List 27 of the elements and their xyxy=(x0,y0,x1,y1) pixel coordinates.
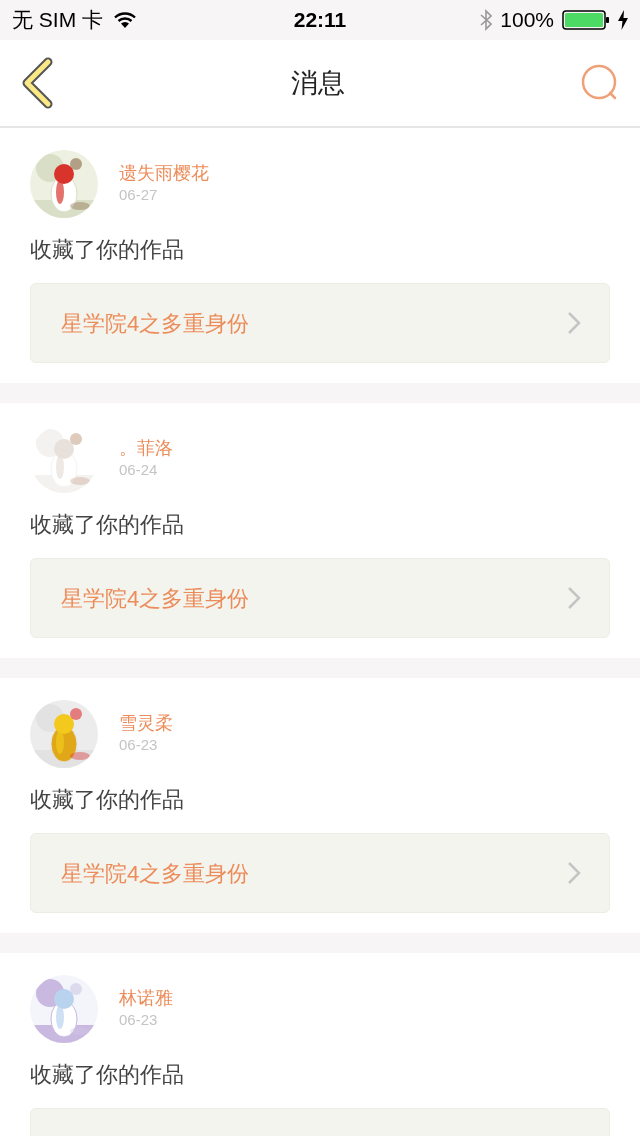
user-name[interactable]: 雪灵柔 xyxy=(119,712,173,734)
message-text: 收藏了你的作品 xyxy=(30,511,185,539)
message-date: 06-27 xyxy=(119,185,159,205)
user-name[interactable]: 林诺雅 xyxy=(119,987,173,1009)
back-icon xyxy=(20,57,54,109)
user-name[interactable]: 遗失雨樱花 xyxy=(119,162,209,184)
charging-icon xyxy=(618,10,628,30)
work-link[interactable]: 星学院4之多重身份 xyxy=(30,833,610,913)
user-name[interactable]: 。菲洛 xyxy=(119,437,173,459)
chevron-right-icon xyxy=(567,586,581,610)
clock: 22:11 xyxy=(293,7,347,34)
message-text: 收藏了你的作品 xyxy=(30,236,185,264)
page-title: 消息 xyxy=(291,66,345,100)
bluetooth-icon xyxy=(480,9,493,31)
battery-icon xyxy=(562,10,610,30)
chevron-right-icon xyxy=(567,311,581,335)
work-link[interactable]: 星学院4之多重身份 xyxy=(30,283,610,363)
message-text: 收藏了你的作品 xyxy=(30,1061,185,1089)
message-text: 收藏了你的作品 xyxy=(30,786,185,814)
carrier-label: 无 SIM 卡 xyxy=(12,7,103,34)
battery-percentage: 100% xyxy=(500,7,554,34)
wifi-icon xyxy=(113,11,137,29)
chevron-right-icon xyxy=(567,861,581,885)
work-link[interactable]: 星学院4之多重身份 xyxy=(30,558,610,638)
message-date: 06-23 xyxy=(119,735,159,755)
message-date: 06-23 xyxy=(119,1010,159,1030)
message-date: 06-24 xyxy=(119,460,159,480)
